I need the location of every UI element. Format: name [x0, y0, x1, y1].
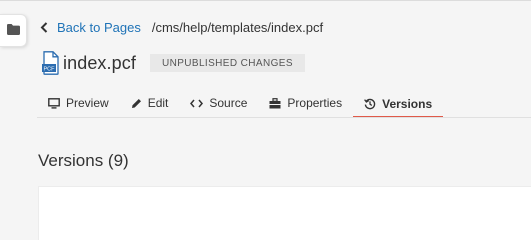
back-to-pages-link[interactable]: Back to Pages — [57, 20, 141, 35]
page-tabs: Preview Edit Source Properties Versions — [37, 90, 444, 118]
versions-panel — [38, 186, 531, 240]
breadcrumb: Back to Pages /cms/help/templates/index.… — [40, 19, 323, 35]
tab-label: Edit — [147, 96, 169, 110]
history-icon — [364, 98, 376, 110]
tab-preview[interactable]: Preview — [37, 90, 120, 116]
chevron-left-icon[interactable] — [40, 20, 52, 34]
monitor-icon — [48, 97, 60, 109]
status-badge: UNPUBLISHED CHANGES — [149, 54, 305, 72]
versions-heading: Versions (9) — [38, 151, 129, 170]
tab-versions[interactable]: Versions — [353, 90, 444, 118]
folder-icon — [6, 22, 20, 40]
tab-label: Source — [209, 96, 248, 110]
file-name: index.pcf — [63, 52, 136, 73]
tab-label: Properties — [287, 96, 343, 110]
toolbox-icon — [269, 97, 281, 109]
file-browser-toggle[interactable] — [0, 14, 27, 47]
tab-edit[interactable]: Edit — [120, 90, 180, 116]
tabs-divider — [37, 117, 531, 118]
pcf-file-icon: PCF — [42, 51, 60, 75]
tab-source[interactable]: Source — [179, 90, 258, 116]
breadcrumb-path: /cms/help/templates/index.pcf — [151, 19, 324, 35]
tab-label: Versions — [382, 97, 433, 111]
top-border — [0, 0, 531, 1]
pencil-icon — [131, 98, 142, 109]
tab-label: Preview — [66, 96, 109, 110]
svg-text:PCF: PCF — [44, 66, 56, 72]
tab-properties[interactable]: Properties — [258, 90, 353, 116]
file-header: PCF index.pcf UNPUBLISHED CHANGES — [42, 50, 305, 76]
code-icon — [190, 99, 204, 108]
